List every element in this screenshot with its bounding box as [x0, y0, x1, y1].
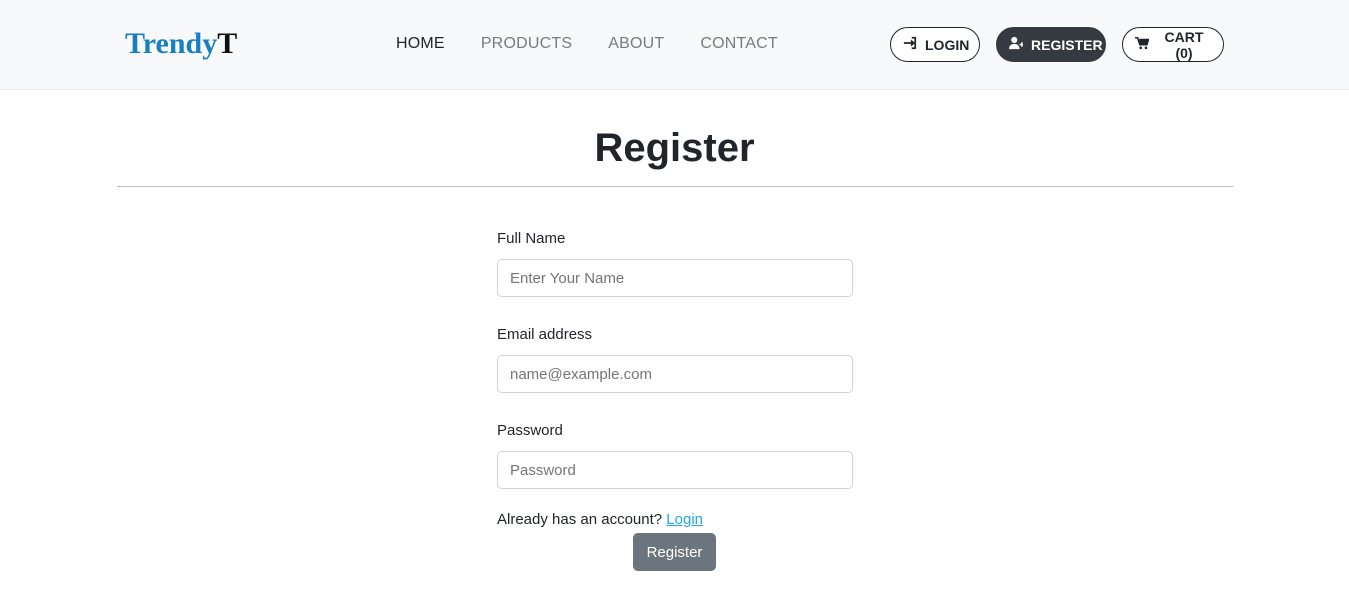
cart-label: CART (0) — [1164, 28, 1204, 61]
password-field[interactable] — [497, 451, 853, 489]
login-link[interactable]: Login — [666, 511, 703, 528]
brand-part2: T — [217, 27, 238, 60]
title-divider — [117, 186, 1233, 187]
navbar: TrendyT HOME PRODUCTS ABOUT CONTACT LOGI… — [0, 0, 1349, 90]
account-text: Already has an account? — [497, 511, 663, 528]
nav-home[interactable]: HOME — [396, 34, 445, 54]
email-field[interactable] — [497, 355, 853, 393]
register-submit-button[interactable]: Register — [633, 533, 716, 571]
register-nav-label: REGISTER — [1031, 36, 1103, 53]
nav-contact[interactable]: CONTACT — [700, 34, 778, 54]
cart-button[interactable]: CART (0) — [1122, 27, 1224, 62]
nav-about[interactable]: ABOUT — [608, 34, 664, 54]
page-title: Register — [594, 126, 755, 170]
login-label: LOGIN — [925, 36, 970, 53]
password-label: Password — [497, 422, 563, 439]
account-prompt: Already has an account? Login — [497, 510, 853, 530]
register-form: Full Name Email address Password Already… — [497, 229, 853, 530]
name-field[interactable] — [497, 259, 853, 297]
brand-logo[interactable]: TrendyT — [125, 26, 237, 62]
user-plus-icon — [1009, 36, 1025, 53]
nav-products[interactable]: PRODUCTS — [481, 34, 572, 54]
brand-part1: Trendy — [125, 27, 218, 60]
nav-links: HOME PRODUCTS ABOUT CONTACT — [396, 34, 814, 54]
register-nav-button[interactable]: REGISTER — [996, 27, 1106, 62]
login-button[interactable]: LOGIN — [890, 27, 980, 62]
name-label: Full Name — [497, 230, 566, 247]
email-label: Email address — [497, 326, 593, 343]
sign-in-icon — [903, 36, 917, 53]
cart-icon — [1135, 36, 1150, 53]
